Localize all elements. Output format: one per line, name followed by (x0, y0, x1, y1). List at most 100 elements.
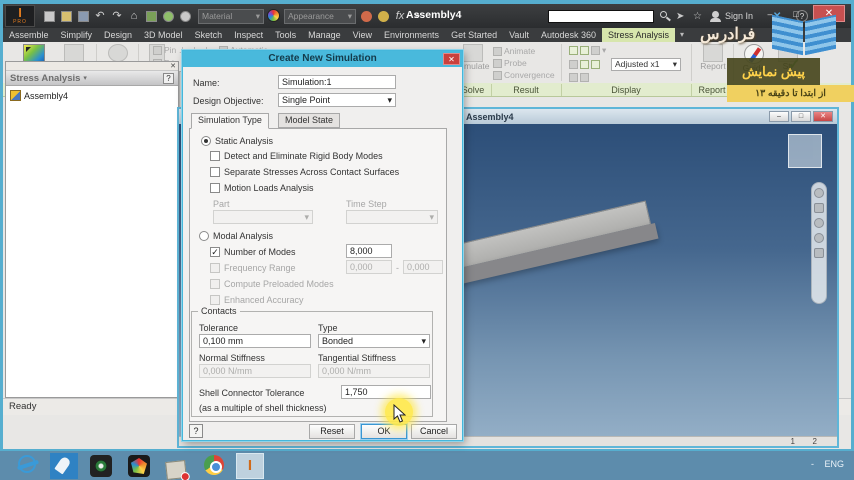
look-at-icon[interactable] (814, 248, 824, 258)
tree-item-assembly[interactable]: Assembly4 (10, 90, 68, 101)
tab-model-state[interactable]: Model State (278, 113, 341, 128)
beam-part[interactable] (431, 199, 661, 298)
undo-icon[interactable]: ↶ (93, 9, 107, 23)
orbit-icon[interactable] (814, 233, 824, 243)
name-field[interactable]: Simulation:1 (278, 75, 396, 89)
tab-stress-analysis[interactable]: Stress Analysis (602, 28, 676, 42)
taskbar-recorder-icon[interactable] (50, 453, 78, 479)
globe-help-icon[interactable] (178, 9, 192, 23)
number-of-modes-field[interactable]: 8,000 (346, 244, 392, 258)
render-icon[interactable] (144, 9, 158, 23)
tab-assemble[interactable]: Assemble (3, 28, 55, 42)
person-icon[interactable] (710, 11, 721, 22)
tolerance-field[interactable]: 0,100 mm (199, 334, 311, 348)
navigation-wheel-icon[interactable] (814, 188, 824, 198)
cancel-button[interactable]: Cancel (411, 424, 457, 439)
part-dropdown[interactable]: ▾ (213, 210, 313, 224)
time-step-dropdown[interactable]: ▾ (346, 210, 438, 224)
fx-parameters-icon[interactable]: fx (393, 9, 407, 23)
number-of-modes-checkbox[interactable]: ✓ (210, 247, 220, 257)
page-indicator-1[interactable]: 1 (791, 437, 795, 446)
tab-simplify[interactable]: Simplify (55, 28, 99, 42)
tab-simulation-type[interactable]: Simulation Type (191, 113, 269, 129)
convergence-button[interactable]: Convergence (493, 70, 555, 81)
zoom-icon[interactable] (814, 218, 824, 228)
taskbar-camera-app-icon[interactable] (90, 455, 112, 477)
browser-close-icon[interactable]: ✕ (170, 62, 176, 70)
taskbar-ie-icon[interactable] (18, 455, 40, 477)
browser-header[interactable]: Stress Analysis ▾ ? (6, 71, 178, 86)
tab-vault[interactable]: Vault (503, 28, 535, 42)
search-icon[interactable] (660, 11, 671, 21)
tab-autodesk-360[interactable]: Autodesk 360 (535, 28, 602, 42)
ribbon-options-icon[interactable]: ▾ (675, 28, 689, 42)
tab-design[interactable]: Design (98, 28, 138, 42)
home-icon[interactable]: ⌂ (127, 9, 141, 23)
shell-connector-field[interactable]: 1,750 (341, 385, 431, 399)
pan-icon[interactable] (814, 203, 824, 213)
probe-button[interactable]: Probe (493, 58, 527, 69)
static-analysis-radio[interactable] (201, 136, 211, 146)
tab-tools[interactable]: Tools (269, 28, 302, 42)
taskbar-screenshot-app-icon[interactable] (165, 455, 191, 480)
normal-stiffness-field[interactable]: 0,000 N/mm (199, 364, 311, 378)
taskbar-inventor-icon[interactable]: I (236, 453, 264, 479)
inventor-logo[interactable]: I PRO (5, 5, 35, 27)
taskbar-tray[interactable]: - ENG (811, 459, 844, 469)
doc-maximize-button[interactable]: □ (791, 111, 811, 122)
doc-close-button[interactable]: ✕ (813, 111, 833, 122)
compute-preloaded-checkbox[interactable] (210, 279, 220, 289)
design-objective-dropdown[interactable]: Single Point ▾ (278, 93, 396, 107)
pin-constraint-button[interactable]: Pin (153, 45, 176, 56)
page-indicator-2[interactable]: 2 (813, 437, 817, 446)
frequency-to-field[interactable]: 0,000 (403, 260, 443, 274)
animate-button[interactable]: Animate (493, 46, 535, 57)
modal-analysis-radio[interactable] (199, 231, 209, 241)
dialog-close-button[interactable]: ✕ (443, 53, 460, 65)
displacement-scale-dropdown[interactable]: Adjusted x1 ▾ (611, 58, 681, 71)
material-combo[interactable]: Material ▾ (198, 8, 264, 24)
detect-rigid-body-checkbox[interactable] (210, 151, 220, 161)
appearance-combo[interactable]: Appearance ▾ (284, 8, 356, 24)
report-button[interactable]: Report (697, 44, 729, 71)
user-icon[interactable] (161, 9, 175, 23)
doc-minimize-button[interactable]: – (769, 111, 789, 122)
save-icon[interactable] (76, 9, 90, 23)
color-wheel-icon[interactable] (267, 9, 281, 23)
enhanced-accuracy-checkbox[interactable] (210, 295, 220, 305)
navigation-bar[interactable] (811, 182, 827, 304)
redo-icon[interactable]: ↷ (110, 9, 124, 23)
frequency-range-checkbox[interactable] (210, 263, 220, 273)
taskbar-chrome-icon[interactable] (204, 455, 226, 477)
separate-stresses-checkbox[interactable] (210, 167, 220, 177)
tangential-stiffness-field[interactable]: 0,000 N/mm (318, 364, 430, 378)
tab-3d-model[interactable]: 3D Model (138, 28, 189, 42)
contact-type-dropdown[interactable]: Bonded ▾ (318, 334, 430, 348)
search-input[interactable] (548, 10, 654, 23)
frequency-from-field[interactable]: 0,000 (346, 260, 392, 274)
language-indicator[interactable]: ENG (824, 459, 844, 469)
tab-environments[interactable]: Environments (378, 28, 445, 42)
panel-label-result[interactable]: Result (513, 85, 539, 95)
taskbar-photo-app-icon[interactable] (128, 455, 150, 477)
view-cube[interactable] (788, 134, 822, 168)
tab-inspect[interactable]: Inspect (228, 28, 269, 42)
reset-button[interactable]: Reset (309, 424, 355, 439)
browser-help-icon[interactable]: ? (163, 72, 174, 84)
panel-label-solve[interactable]: Solve (462, 85, 485, 95)
clear-override-icon[interactable] (376, 9, 390, 23)
display-boundary-icon[interactable] (569, 59, 602, 70)
favorites-star-icon[interactable]: ☆ (693, 10, 702, 24)
panel-label-report[interactable]: Report (698, 85, 725, 95)
adjust-icon[interactable] (359, 9, 373, 23)
motion-loads-checkbox[interactable] (210, 183, 220, 193)
sign-in-button[interactable]: Sign In (725, 11, 753, 21)
display-probe-labels-icon[interactable] (569, 72, 591, 83)
display-contour-icon[interactable]: ▾ (569, 45, 606, 56)
panel-label-display[interactable]: Display (611, 85, 641, 95)
select-arrow-icon[interactable]: ➤ (676, 10, 684, 24)
dialog-title[interactable]: Create New Simulation (183, 51, 462, 67)
tab-sketch[interactable]: Sketch (189, 28, 229, 42)
tab-get-started[interactable]: Get Started (445, 28, 503, 42)
new-file-icon[interactable] (42, 9, 56, 23)
